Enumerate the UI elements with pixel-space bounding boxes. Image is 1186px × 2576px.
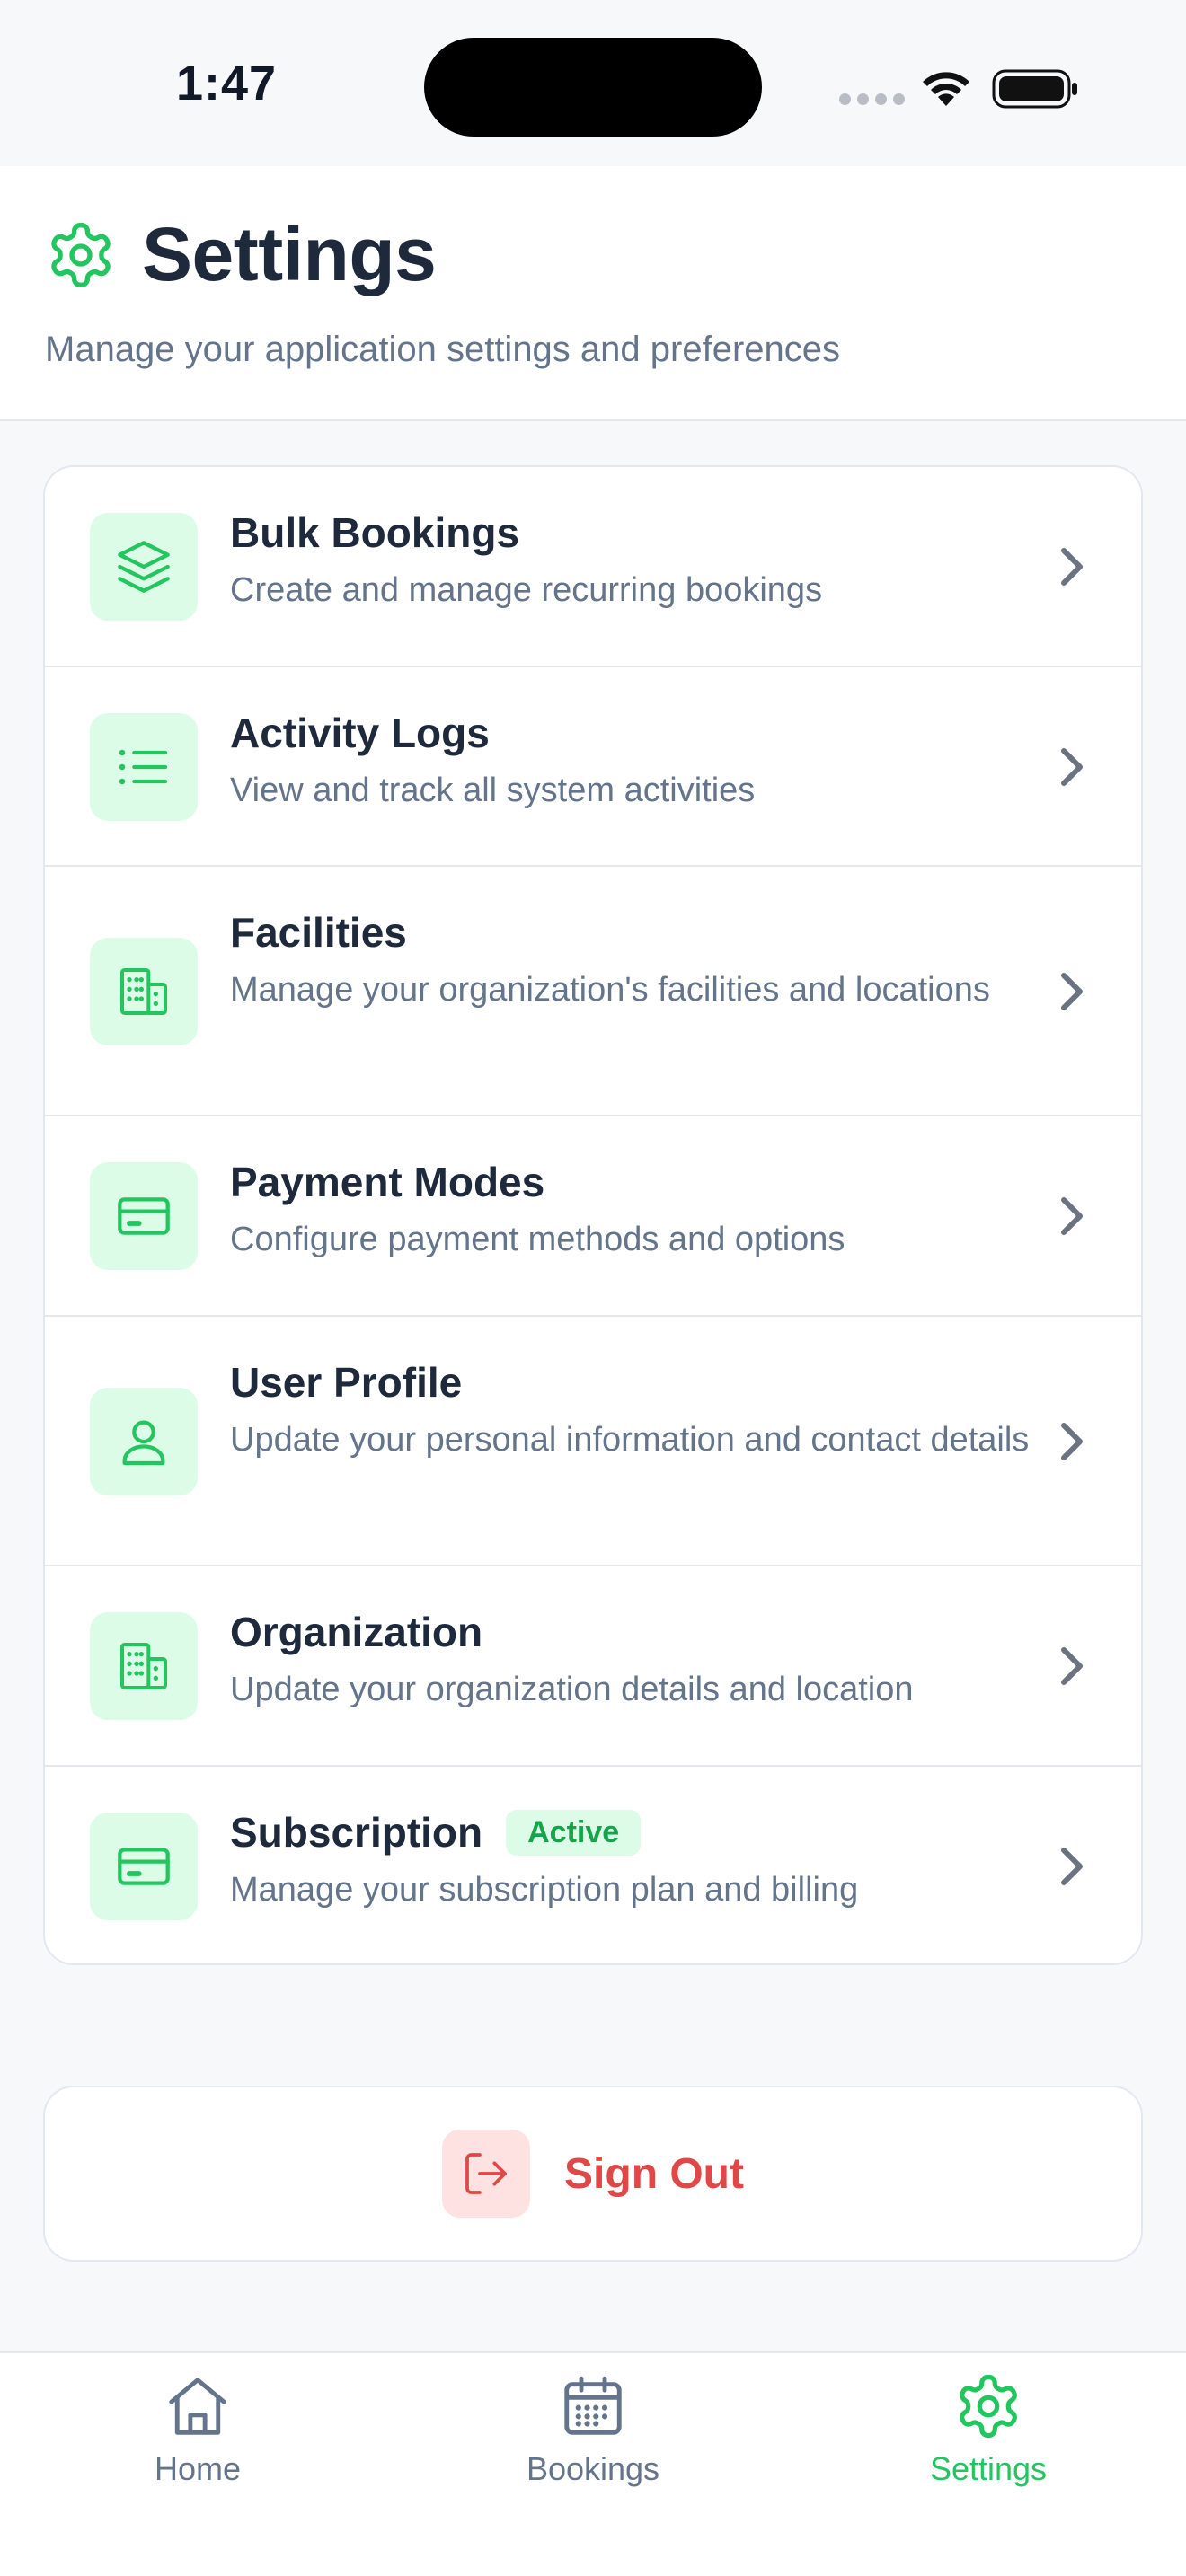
sign-out-label: Sign Out [564,2149,744,2198]
wifi-icon [923,72,969,106]
page-title: Settings [142,212,437,296]
chevron-right-icon [1061,1647,1083,1685]
status-time: 1:47 [176,57,278,110]
sign-out-button[interactable]: Sign Out [43,2086,1143,2262]
item-title: Organization [230,1609,483,1655]
dynamic-island [424,38,762,137]
settings-menu: Bulk Bookings Create and manage recurrin… [43,465,1143,1965]
item-description: View and track all system activities [230,772,756,810]
user-icon [90,1388,198,1495]
chevron-right-icon [1061,1848,1083,1885]
cellular-signal-icon [839,93,905,105]
building-icon [90,938,198,1045]
chevron-right-icon [1061,973,1083,1010]
menu-item-user-profile[interactable]: User Profile Update your personal inform… [45,1317,1141,1566]
log-out-icon [442,2130,531,2218]
menu-item-organization[interactable]: Organization Update your organization de… [45,1566,1141,1767]
menu-item-bulk-bookings[interactable]: Bulk Bookings Create and manage recurrin… [45,467,1141,667]
item-description: Manage your organization's facilities an… [230,971,990,1010]
chevron-right-icon [1061,1197,1083,1235]
settings-screen: 1:47 Settings Manage your application se… [0,0,1186,2576]
status-badge: Active [506,1810,642,1857]
item-title: Activity Logs [230,710,490,756]
page-subtitle: Manage your application settings and pre… [45,330,840,369]
tab-label: Settings [929,2450,1048,2487]
item-title: Subscription [230,1809,483,1856]
status-bar: 1:47 [0,0,1186,166]
tab-home[interactable]: Home [63,2371,332,2488]
chevron-right-icon [1061,1423,1083,1460]
item-title: User Profile [230,1359,463,1406]
item-title: Bulk Bookings [230,509,520,556]
item-title: Facilities [230,909,407,956]
item-description: Configure payment methods and options [230,1221,845,1259]
battery-icon [992,69,1077,109]
bottom-tab-bar: Home Bookings Settings [0,2351,1186,2576]
tab-settings[interactable]: Settings [854,2371,1123,2488]
calendar-icon [564,2376,622,2435]
home-icon [169,2378,226,2435]
layers-icon [90,513,198,621]
page-header: Settings Manage your application setting… [0,166,1186,421]
credit-card-icon [90,1162,198,1270]
tab-bookings[interactable]: Bookings [458,2371,728,2488]
menu-item-subscription[interactable]: Subscription Active Manage your subscrip… [45,1767,1141,1963]
item-description: Create and manage recurring bookings [230,571,823,610]
gear-icon [960,2374,1017,2439]
item-description: Update your organization details and loc… [230,1671,914,1709]
item-description: Update your personal information and con… [230,1421,1030,1460]
list-icon [90,713,198,821]
tab-label: Home [154,2450,242,2487]
building-icon [90,1612,198,1720]
item-title: Payment Modes [230,1159,545,1205]
menu-item-facilities[interactable]: Facilities Manage your organization's fa… [45,867,1141,1116]
chevron-right-icon [1061,748,1083,786]
menu-item-activity-logs[interactable]: Activity Logs View and track all system … [45,667,1141,867]
item-description: Manage your subscription plan and billin… [230,1871,859,1910]
chevron-right-icon [1061,548,1083,586]
tab-label: Bookings [526,2450,660,2487]
menu-item-payment-modes[interactable]: Payment Modes Configure payment methods … [45,1116,1141,1317]
gear-icon [51,222,111,287]
credit-card-icon [90,1813,198,1920]
